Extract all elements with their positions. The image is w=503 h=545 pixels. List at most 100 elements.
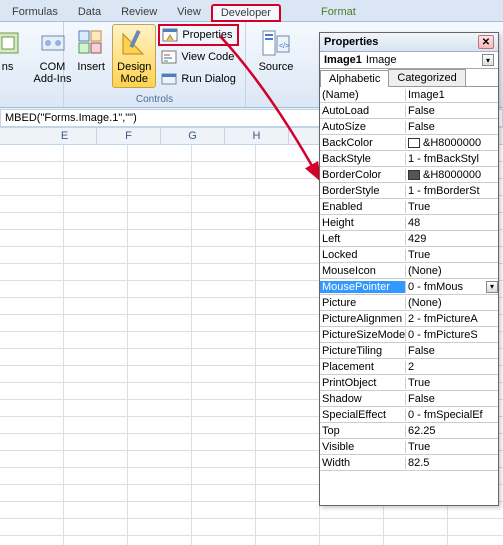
tab-alphabetic[interactable]: Alphabetic <box>320 70 389 87</box>
property-value[interactable]: 62.25 <box>406 425 498 437</box>
group-xml-label <box>250 104 302 107</box>
property-value[interactable]: 0 - fmPictureS <box>406 329 498 341</box>
property-row[interactable]: AutoSizeFalse <box>320 119 498 135</box>
property-value[interactable]: 48 <box>406 217 498 229</box>
property-row[interactable]: LockedTrue <box>320 247 498 263</box>
property-value-text: 62.25 <box>408 425 436 437</box>
property-row[interactable]: PrintObjectTrue <box>320 375 498 391</box>
property-value[interactable]: &H8000000 <box>406 169 498 181</box>
property-value[interactable]: 0 - fmSpecialEf <box>406 409 498 421</box>
property-row[interactable]: SpecialEffect0 - fmSpecialEf <box>320 407 498 423</box>
tab-formulas[interactable]: Formulas <box>2 3 68 21</box>
property-name: PictureSizeMode <box>320 329 406 341</box>
property-value[interactable]: 0 - fmMous ▾ <box>406 281 498 293</box>
properties-label: Properties <box>182 29 232 41</box>
property-row[interactable]: BorderColor&H8000000 <box>320 167 498 183</box>
property-name: PrintObject <box>320 377 406 389</box>
tab-format[interactable]: Format <box>311 3 366 21</box>
design-mode-label: Design Mode <box>117 61 151 85</box>
property-value[interactable]: &H8000000 <box>406 137 498 149</box>
object-selector[interactable]: Image1 Image ▾ <box>320 52 498 69</box>
property-value[interactable]: 2 - fmPictureA <box>406 313 498 325</box>
property-value-text: True <box>408 441 430 453</box>
tab-data[interactable]: Data <box>68 3 111 21</box>
property-row[interactable]: Height48 <box>320 215 498 231</box>
property-value[interactable]: 1 - fmBackStyl <box>406 153 498 165</box>
design-mode-button[interactable]: Design Mode <box>112 24 156 88</box>
property-row[interactable]: BorderStyle1 - fmBorderSt <box>320 183 498 199</box>
property-row[interactable]: Width82.5 <box>320 455 498 471</box>
addins-button-partial[interactable]: ns <box>0 24 29 76</box>
addins-label: ns <box>2 61 14 73</box>
col-E[interactable]: E <box>33 128 97 144</box>
property-row[interactable]: BackStyle1 - fmBackStyl <box>320 151 498 167</box>
property-row[interactable]: ShadowFalse <box>320 391 498 407</box>
color-swatch <box>408 170 420 180</box>
property-row[interactable]: Left429 <box>320 231 498 247</box>
property-value[interactable]: True <box>406 249 498 261</box>
property-value[interactable]: True <box>406 201 498 213</box>
insert-button[interactable]: Insert <box>70 24 112 76</box>
property-value[interactable]: False <box>406 393 498 405</box>
properties-tabs: Alphabetic Categorized <box>320 69 498 87</box>
run-dialog-button[interactable]: Run Dialog <box>158 68 238 90</box>
chevron-down-icon[interactable]: ▾ <box>486 281 498 293</box>
tab-categorized[interactable]: Categorized <box>388 69 465 86</box>
close-icon[interactable]: ✕ <box>478 35 494 49</box>
property-name: Visible <box>320 441 406 453</box>
object-type: Image <box>366 54 397 66</box>
group-addins: ns COM Add-Ins <box>0 22 64 107</box>
property-row[interactable]: PictureSizeMode0 - fmPictureS <box>320 327 498 343</box>
property-row[interactable]: PictureAlignmen2 - fmPictureA <box>320 311 498 327</box>
property-value[interactable]: True <box>406 377 498 389</box>
property-row[interactable]: VisibleTrue <box>320 439 498 455</box>
view-code-button[interactable]: View Code <box>158 46 238 68</box>
property-row[interactable]: AutoLoadFalse <box>320 103 498 119</box>
property-value[interactable]: 2 <box>406 361 498 373</box>
property-row[interactable]: Picture(None) <box>320 295 498 311</box>
tab-developer[interactable]: Developer <box>211 4 281 22</box>
property-value[interactable]: 1 - fmBorderSt <box>406 185 498 197</box>
properties-grid[interactable]: (Name)Image1AutoLoadFalseAutoSizeFalseBa… <box>320 87 498 505</box>
property-value[interactable]: False <box>406 105 498 117</box>
properties-titlebar[interactable]: Properties ✕ <box>320 33 498 52</box>
property-row[interactable]: (Name)Image1 <box>320 87 498 103</box>
property-value-text: True <box>408 249 430 261</box>
view-code-label: View Code <box>181 51 234 63</box>
property-row[interactable]: MousePointer0 - fmMous▾ <box>320 279 498 295</box>
property-name: SpecialEffect <box>320 409 406 421</box>
property-row[interactable]: PictureTilingFalse <box>320 343 498 359</box>
object-dropdown-icon[interactable]: ▾ <box>482 54 494 66</box>
property-value-text: False <box>408 345 435 357</box>
property-value-text: Image1 <box>408 89 445 101</box>
property-value[interactable]: (None) <box>406 297 498 309</box>
properties-button[interactable]: Properties <box>158 24 238 46</box>
properties-window[interactable]: Properties ✕ Image1 Image ▾ Alphabetic C… <box>319 32 499 506</box>
property-value-text: 429 <box>408 233 426 245</box>
tab-view[interactable]: View <box>167 3 211 21</box>
property-value-text: 0 - fmMous <box>408 281 463 293</box>
tab-review[interactable]: Review <box>111 3 167 21</box>
property-row[interactable]: Placement2 <box>320 359 498 375</box>
property-value-text: False <box>408 121 435 133</box>
property-row[interactable]: Top62.25 <box>320 423 498 439</box>
property-value[interactable]: Image1 <box>406 89 498 101</box>
property-row[interactable]: EnabledTrue <box>320 199 498 215</box>
property-value[interactable]: 82.5 <box>406 457 498 469</box>
col-G[interactable]: G <box>161 128 225 144</box>
property-value[interactable]: False <box>406 345 498 357</box>
property-value-text: 2 <box>408 361 414 373</box>
color-swatch <box>408 138 420 148</box>
property-row[interactable]: MouseIcon(None) <box>320 263 498 279</box>
group-controls-label: Controls <box>68 93 241 107</box>
property-name: Width <box>320 457 406 469</box>
col-F[interactable]: F <box>97 128 161 144</box>
property-value[interactable]: False <box>406 121 498 133</box>
col-H[interactable]: H <box>225 128 289 144</box>
property-value[interactable]: 429 <box>406 233 498 245</box>
property-value[interactable]: (None) <box>406 265 498 277</box>
property-value[interactable]: True <box>406 441 498 453</box>
property-row[interactable]: BackColor&H8000000 <box>320 135 498 151</box>
property-name: Enabled <box>320 201 406 213</box>
source-button[interactable]: </> Source <box>254 24 299 76</box>
